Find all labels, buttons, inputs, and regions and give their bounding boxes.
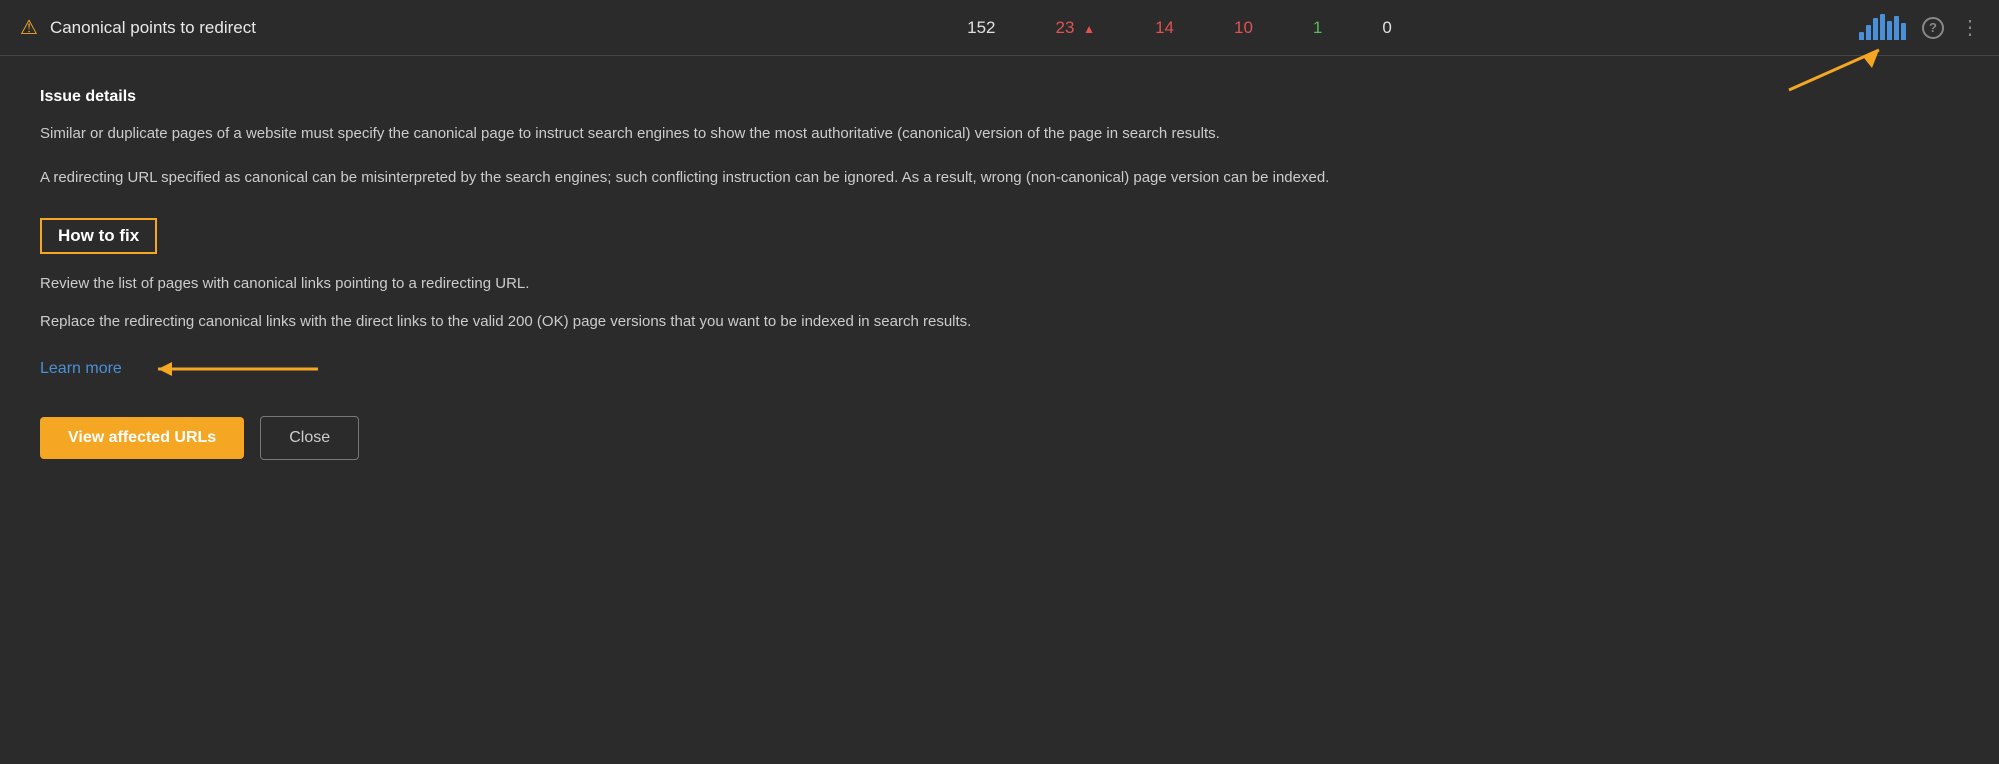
stat-warnings: 14 (1155, 18, 1174, 38)
how-to-fix-label: How to fix (40, 218, 157, 254)
page-title: Canonical points to redirect (50, 18, 256, 38)
header-title-area: ⚠ Canonical points to redirect (20, 15, 500, 40)
fix-paragraph-2: Replace the redirecting canonical links … (40, 310, 1560, 334)
learn-more-area: Learn more (40, 354, 1560, 384)
chart-bar (1894, 16, 1899, 40)
warning-icon: ⚠ (20, 15, 38, 40)
fix-paragraph-1: Review the list of pages with canonical … (40, 272, 1560, 296)
stat-errors: 23 ▲ (1056, 18, 1096, 38)
chart-bar (1866, 25, 1871, 40)
chart-bar (1859, 32, 1864, 40)
close-button[interactable]: Close (260, 416, 359, 460)
chart-bar (1887, 21, 1892, 40)
header-actions: ? ⋮ (1859, 15, 1979, 40)
chart-bar (1873, 18, 1878, 40)
view-affected-urls-button[interactable]: View affected URLs (40, 417, 244, 459)
issue-paragraph-2: A redirecting URL specified as canonical… (40, 166, 1560, 190)
top-arrow-annotation (1779, 40, 1899, 104)
issue-details-title: Issue details (40, 88, 1560, 106)
learn-more-link[interactable]: Learn more (40, 360, 122, 378)
chart-bar (1880, 14, 1885, 40)
buttons-area: View affected URLs Close (40, 416, 1560, 460)
header-bar: ⚠ Canonical points to redirect 152 23 ▲ … (0, 0, 1999, 56)
stat-ok: 1 (1313, 18, 1322, 38)
more-menu-icon[interactable]: ⋮ (1960, 15, 1979, 40)
bar-chart-icon[interactable] (1859, 16, 1906, 40)
stat-notices: 10 (1234, 18, 1253, 38)
stat-blocked: 0 (1382, 18, 1391, 38)
help-icon[interactable]: ? (1922, 17, 1944, 39)
stat-total: 152 (967, 18, 995, 38)
stat-triangle: ▲ (1083, 22, 1095, 36)
chart-bar (1901, 23, 1906, 40)
header-stats: 152 23 ▲ 14 10 1 0 (500, 18, 1859, 38)
issue-paragraph-1: Similar or duplicate pages of a website … (40, 122, 1560, 146)
learn-more-arrow-annotation (138, 354, 338, 384)
main-content: Issue details Similar or duplicate pages… (0, 56, 1600, 492)
